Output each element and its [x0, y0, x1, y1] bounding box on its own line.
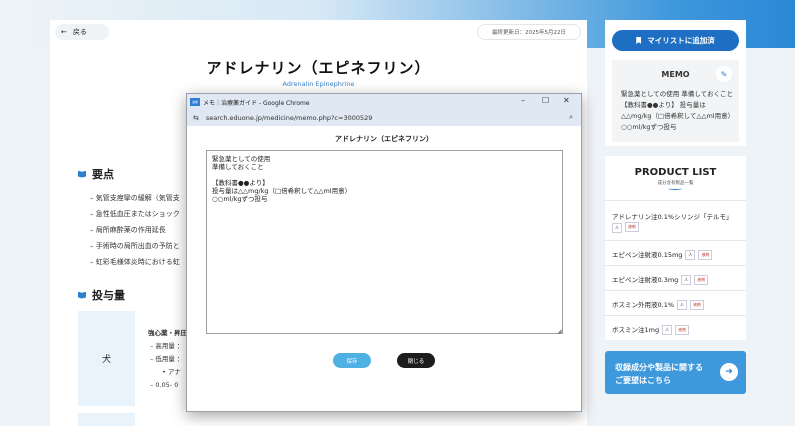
point-item: – 虹彩毛様体炎時における虹 — [90, 258, 180, 266]
arrow-left-icon: ← — [61, 28, 67, 36]
dosage-heading-label: 投与量 — [92, 289, 125, 302]
close-icon[interactable]: ✕ — [563, 96, 570, 105]
bookmark-icon — [636, 37, 642, 44]
divider — [605, 240, 746, 241]
resize-grip-icon[interactable]: ◢ — [557, 328, 562, 335]
product-item[interactable]: ボスミン注1mg 人液剤 — [612, 324, 742, 335]
divider — [605, 265, 746, 266]
wave-divider-icon — [668, 187, 682, 190]
zoom-icon[interactable]: ⌕ — [569, 113, 573, 122]
dosage-line: – 高用量 ： — [150, 342, 184, 350]
divider — [605, 315, 746, 316]
app-icon: 治療 — [190, 98, 200, 106]
arrow-right-icon: ➜ — [720, 363, 738, 381]
product-item[interactable]: エピペン注射液0.3mg 人液剤 — [612, 274, 742, 285]
close-button[interactable]: 閉じる — [397, 353, 435, 368]
memo-line: ○○ml/kgずつ投与 — [621, 123, 677, 131]
minimize-icon[interactable]: – — [521, 96, 525, 105]
memo-line: 緊急薬としての使用 準備しておくこと — [621, 90, 733, 98]
last-updated: 最終更新日：2025年5月22日 — [477, 24, 581, 40]
divider — [605, 290, 746, 291]
maximize-icon[interactable]: ☐ — [542, 96, 549, 105]
window-title: メモ｜治療薬ガイド - Google Chrome — [203, 99, 310, 107]
dosage-line: – 0.05- 0 — [150, 381, 179, 389]
page-subtitle: Adrenalin Epinephrine — [282, 80, 355, 88]
point-item: – 手術時の局所出血の予防と — [90, 242, 180, 250]
back-label: 戻る — [72, 28, 87, 36]
site-settings-icon[interactable]: ⇆ — [193, 114, 199, 122]
memo-textarea[interactable] — [206, 150, 563, 334]
product-list-title: PRODUCT LIST — [634, 167, 717, 178]
dosage-species-cell: 犬 — [78, 311, 135, 406]
edit-icon[interactable]: ✎ — [716, 66, 732, 82]
dosage-line: 強心薬・昇圧 — [148, 329, 187, 337]
window-titlebar[interactable]: 治療 メモ｜治療薬ガイド - Google Chrome – ☐ ✕ — [187, 94, 581, 110]
point-item: – 局所麻酔薬の作用延長 — [90, 226, 166, 234]
memo-line: △△mg/kg（□倍希釈して△△ml用意） — [621, 112, 735, 120]
points-heading: 要点 — [78, 166, 114, 182]
product-item[interactable]: エピペン注射液0.15mg 人液剤 — [612, 249, 742, 260]
dosage-heading: 投与量 — [78, 287, 125, 303]
memo-popup-window: 治療 メモ｜治療薬ガイド - Google Chrome – ☐ ✕ ⇆ sea… — [186, 93, 582, 412]
product-item[interactable]: ボスミン外用液0.1% 人液剤 — [612, 299, 742, 310]
memo-heading: アドレナリン（エピネフリン） — [335, 135, 433, 143]
memo-line: 【教科書●●より】 投与量は — [621, 101, 706, 109]
dosage-species: 犬 — [101, 355, 111, 365]
divider — [605, 200, 746, 201]
mylist-button[interactable]: マイリストに追加済 — [612, 30, 739, 51]
request-line: 収録成分や製品に関する — [615, 363, 703, 372]
point-item: – 急性低血圧またはショック — [90, 210, 180, 218]
request-line: ご要望はこちら — [615, 376, 671, 385]
back-button[interactable]: ← 戻る — [55, 24, 109, 40]
dosage-species-cell — [78, 413, 135, 426]
point-item: – 気管支痙攣の緩解（気管支 — [90, 194, 180, 202]
request-button[interactable]: 収録成分や製品に関する ご要望はこちら ➜ — [605, 351, 746, 394]
save-button[interactable]: 保存 — [333, 353, 371, 368]
product-list-subtitle: 成分含有製品一覧 — [657, 181, 694, 186]
book-icon — [78, 170, 86, 178]
page-title: アドレナリン（エピネフリン） — [206, 59, 431, 77]
address-bar[interactable]: ⇆ search.eduone.jp/medicine/memo.php?c=3… — [187, 110, 581, 126]
book-icon — [78, 291, 86, 299]
product-item[interactable]: アドレナリン注0.1%シリンジ「テルモ」 人液剤 — [612, 211, 742, 233]
mylist-label: マイリストに追加済 — [647, 36, 715, 45]
points-heading-label: 要点 — [92, 168, 114, 181]
dosage-line: – 低用量 ： — [150, 355, 184, 363]
url-text: search.eduone.jp/medicine/memo.php?c=300… — [205, 114, 373, 122]
dosage-line: • アナ — [162, 368, 181, 376]
